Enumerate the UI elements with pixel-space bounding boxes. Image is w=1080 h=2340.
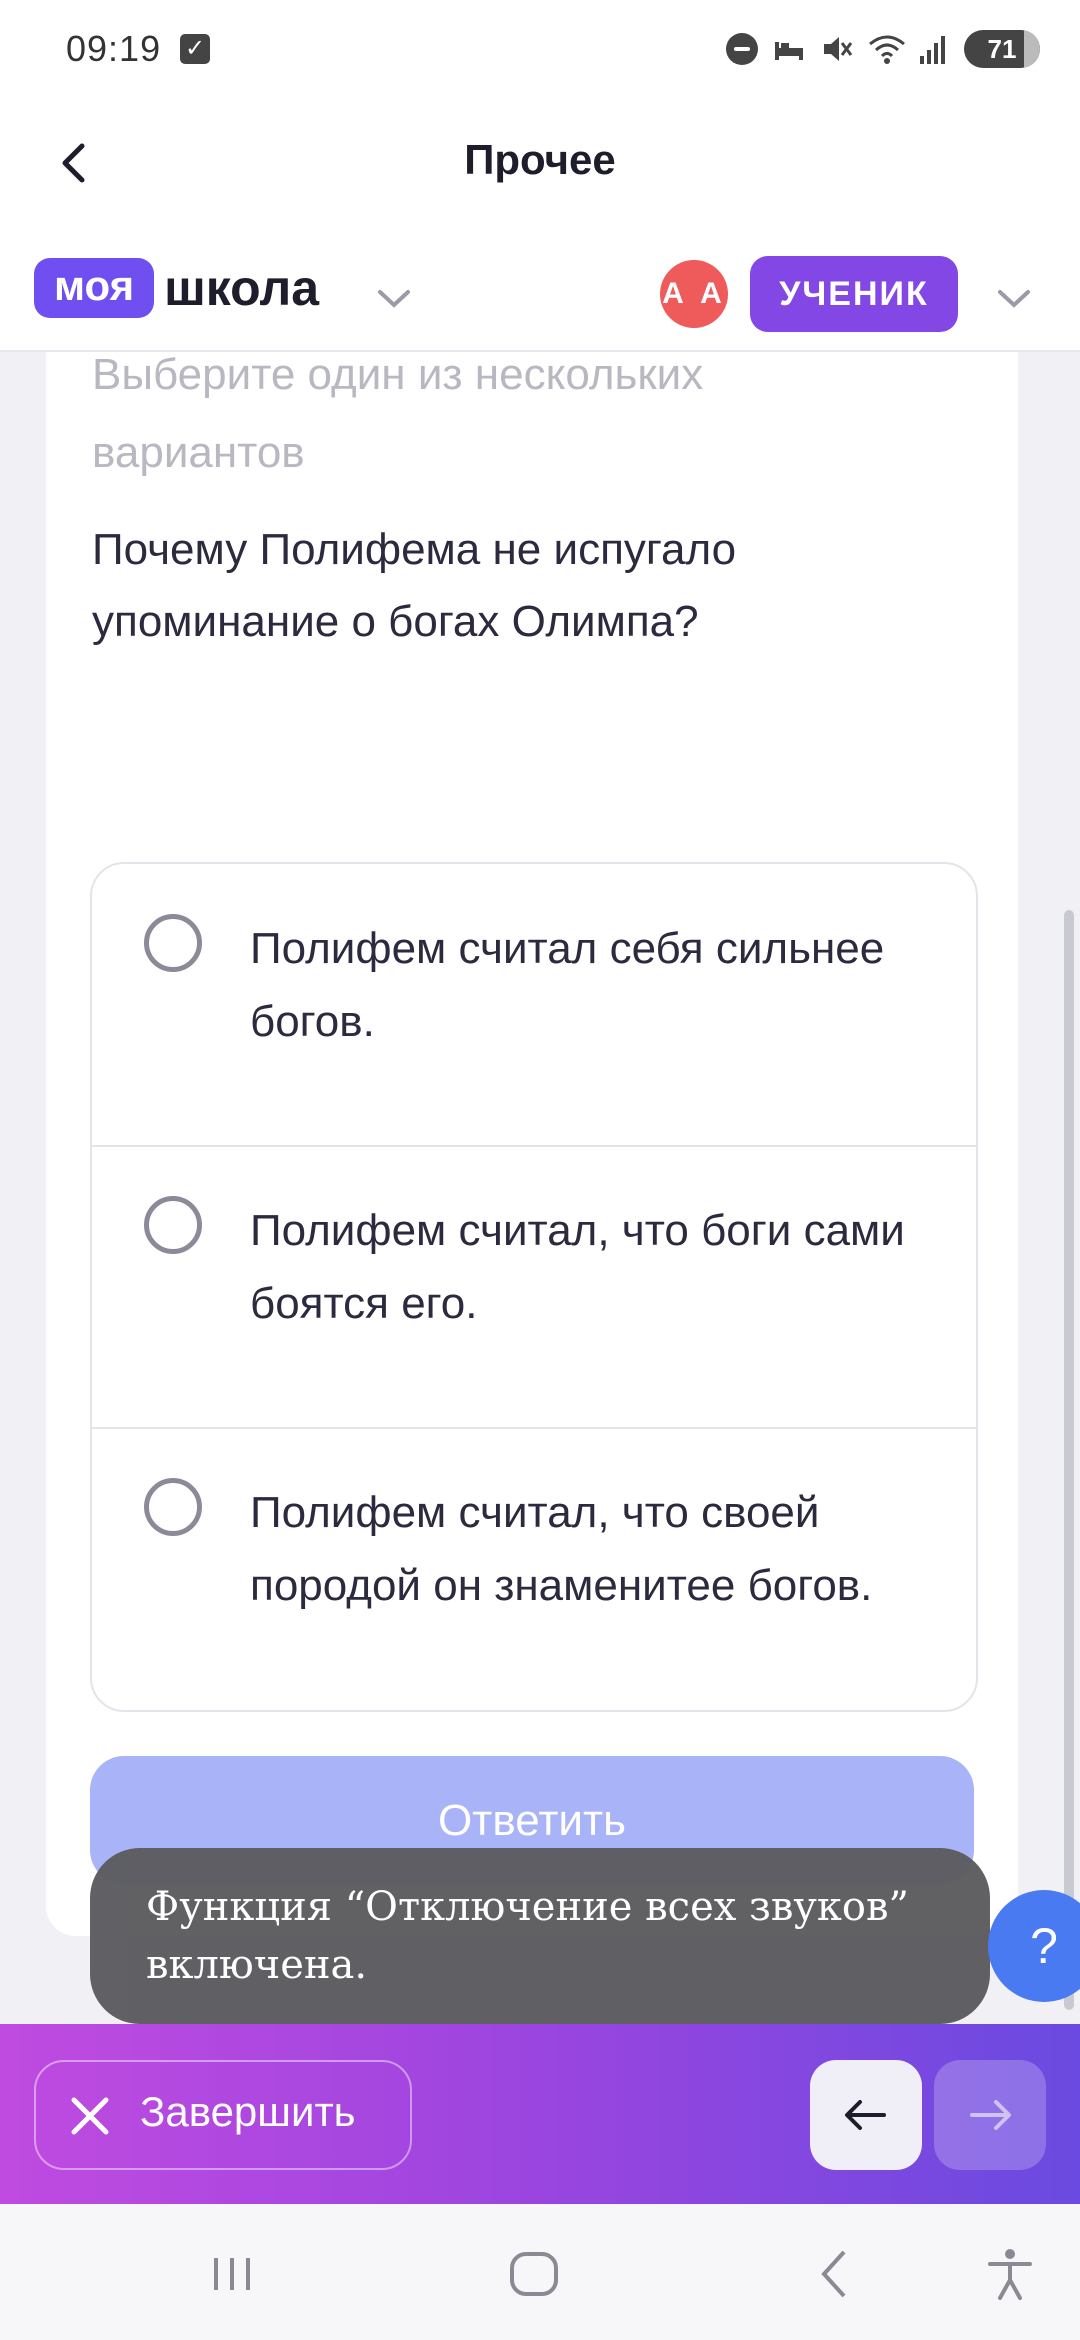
chevron-down-icon[interactable] bbox=[374, 278, 414, 318]
accessibility-icon[interactable] bbox=[980, 2244, 1040, 2304]
answer-option-label: Полифем считал, что боги сами боятся его… bbox=[250, 1206, 905, 1328]
previous-button[interactable] bbox=[810, 2060, 922, 2170]
bottom-action-bar: Завершить bbox=[0, 2024, 1080, 2204]
radio-button[interactable] bbox=[144, 914, 202, 972]
arrow-right-icon bbox=[970, 2100, 1011, 2130]
close-icon bbox=[71, 2097, 109, 2135]
check-icon: ✓ bbox=[180, 34, 210, 64]
finish-label: Завершить bbox=[140, 2088, 356, 2135]
answer-option-1[interactable]: Полифем считал себя сильнее богов. bbox=[92, 864, 976, 1147]
sleep-icon bbox=[772, 32, 806, 66]
status-icons: 71 bbox=[726, 30, 1040, 68]
role-badge[interactable]: УЧЕНИК bbox=[750, 256, 958, 332]
answer-options: Полифем считал себя сильнее богов. Полиф… bbox=[90, 862, 978, 1712]
logo-moya: моя bbox=[34, 258, 155, 318]
scrollbar[interactable] bbox=[1064, 910, 1074, 2010]
radio-button[interactable] bbox=[144, 1478, 202, 1536]
answer-option-2[interactable]: Полифем считал, что боги сами боятся его… bbox=[92, 1146, 976, 1429]
quiz-instruction: Выберите один из нескольких вариантов bbox=[92, 350, 704, 477]
answer-option-3[interactable]: Полифем считал, что своей породой он зна… bbox=[92, 1428, 976, 1709]
signal-icon bbox=[916, 32, 950, 66]
status-bar: 09:19 ✓ 71 bbox=[0, 0, 1080, 100]
page-title: Прочее bbox=[464, 136, 616, 183]
wifi-icon bbox=[868, 32, 905, 66]
status-time: 09:19 bbox=[66, 28, 162, 69]
toast-message: Функция “Отключение всех звуков” включен… bbox=[90, 1848, 990, 2024]
system-navigation-bar bbox=[0, 2204, 1080, 2340]
system-back-icon[interactable] bbox=[806, 2244, 866, 2304]
avatar[interactable]: А А bbox=[660, 260, 728, 328]
answer-option-label: Полифем считал, что своей породой он зна… bbox=[250, 1488, 873, 1610]
quiz-question: Почему Полифема не испугало упоминание о… bbox=[92, 525, 737, 646]
logo-shkola: школа bbox=[164, 260, 320, 316]
mute-icon bbox=[820, 32, 854, 66]
arrow-left-icon bbox=[845, 2100, 886, 2130]
battery-icon: 71 bbox=[964, 30, 1040, 68]
next-button[interactable] bbox=[934, 2060, 1046, 2170]
role-chevron-down-icon[interactable] bbox=[994, 278, 1034, 318]
logo[interactable]: моя школа bbox=[34, 258, 319, 318]
finish-button[interactable]: Завершить bbox=[34, 2060, 412, 2170]
radio-button[interactable] bbox=[144, 1196, 202, 1254]
answer-option-label: Полифем считал себя сильнее богов. bbox=[250, 924, 885, 1046]
app-header: Прочее моя школа А А УЧЕНИК bbox=[0, 100, 1080, 352]
dnd-icon bbox=[726, 33, 758, 65]
home-icon[interactable] bbox=[504, 2244, 564, 2304]
recent-apps-icon[interactable] bbox=[202, 2244, 262, 2304]
